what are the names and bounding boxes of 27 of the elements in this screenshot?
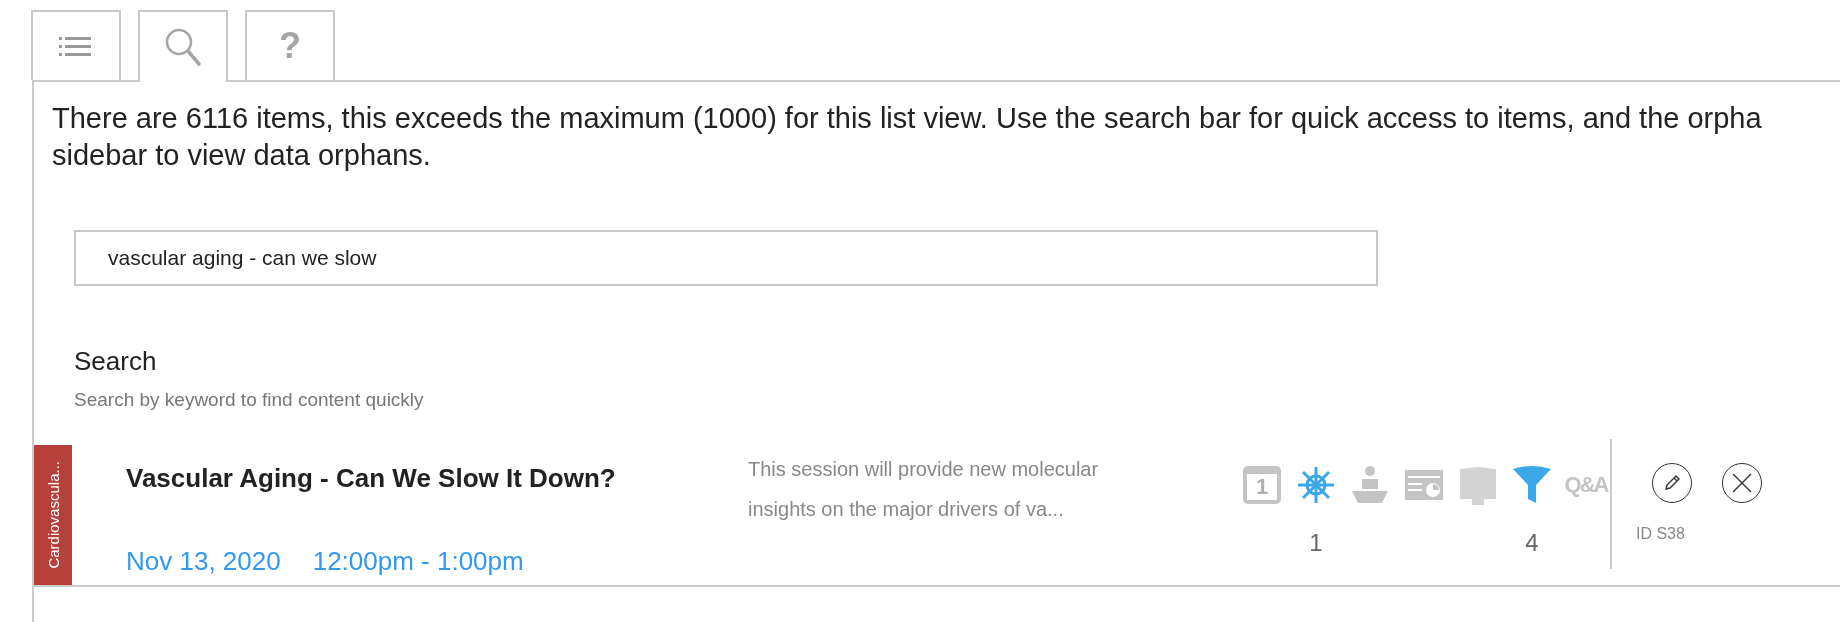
section-title: Search	[74, 346, 158, 377]
search-field[interactable]: vascular aging - can we slow	[74, 230, 1378, 286]
edit-button[interactable]	[1652, 463, 1692, 503]
close-icon	[1731, 472, 1753, 494]
session-title[interactable]: Vascular Aging - Can We Slow It Down?	[126, 463, 726, 494]
feature-count: 1	[1309, 529, 1323, 557]
wheel-icon	[1296, 465, 1336, 505]
section-subtitle: Search by keyword to find content quickly	[74, 389, 425, 411]
session-time: 12:00pm - 1:00pm	[312, 546, 524, 577]
pencil-icon	[1662, 473, 1682, 493]
tab[interactable]	[31, 10, 121, 80]
session-description: This session will provide new molecular insights on the major drivers of va...	[748, 457, 1100, 522]
feature-count: 4	[1525, 529, 1539, 557]
speaker-icon	[1350, 465, 1390, 505]
category-tag: Cardiovascula...	[34, 445, 72, 585]
funnel-icon	[1512, 465, 1552, 505]
item-id: ID S38	[1636, 525, 1686, 543]
notice-text: There are 6116 items, this exceeds the maximum (1000) for this list view. Use the search bar for quick access to items, and the orpha	[52, 101, 1763, 136]
presentation-icon	[1404, 467, 1444, 503]
close-button[interactable]	[1722, 463, 1762, 503]
qa-icon: Q&A	[1564, 472, 1608, 498]
calendar-icon: 1	[1243, 466, 1281, 504]
poster-icon	[1458, 465, 1498, 505]
session-date: Nov 13, 2020	[126, 546, 281, 577]
notice-text: sidebar to view data orphans.	[52, 138, 432, 173]
menu-icon	[59, 34, 93, 58]
search-icon	[164, 27, 202, 67]
